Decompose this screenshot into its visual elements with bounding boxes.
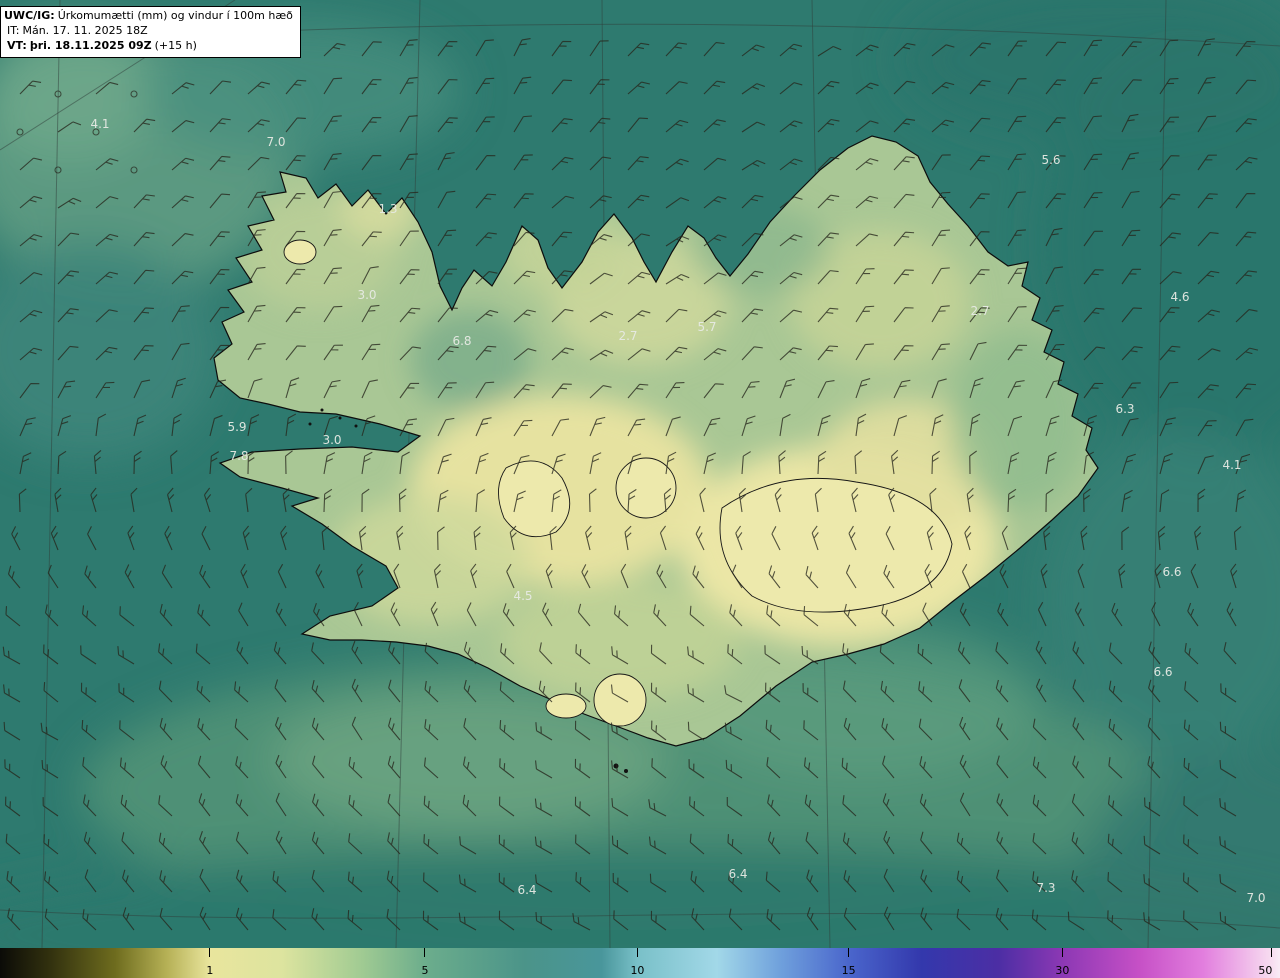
valid-label: VT:	[7, 38, 27, 52]
valid-value: þri. 18.11.2025 09Z	[29, 38, 152, 52]
value-label: 4.5	[513, 589, 532, 603]
colorbar-ticks: 1 5 10 15 30 50	[0, 948, 1280, 978]
value-label: 6.3	[1115, 402, 1134, 416]
value-label: 6.4	[728, 867, 747, 881]
product-title: Úrkomumætti (mm) og vindur í 100m hæð	[57, 9, 293, 22]
value-label: 6.4	[517, 883, 536, 897]
map-title-box: UWC/IG: Úrkomumætti (mm) og vindur í 100m…	[0, 6, 301, 58]
product-label: UWC/IG:	[4, 9, 55, 22]
value-label: 7.0	[266, 135, 285, 149]
value-label: 6.6	[1153, 665, 1172, 679]
colorbar-tick-label: 5	[421, 964, 429, 977]
colorbar-tick-label: 30	[1055, 964, 1070, 977]
value-label: 4.1	[1222, 458, 1241, 472]
colorbar-tick	[1061, 948, 1063, 957]
eyjafjallajokull-outline	[545, 693, 587, 719]
value-label: 2.7	[970, 304, 989, 318]
value-label: 7.0	[1246, 891, 1265, 905]
value-label: 5.6	[1041, 153, 1060, 167]
myrdalsjokull-outline	[593, 673, 647, 727]
value-label: 4.1	[90, 117, 109, 131]
colorbar-tick	[636, 948, 638, 957]
value-label: 5.9	[227, 420, 246, 434]
drangajokull-outline	[283, 239, 317, 265]
colorbar-tick-label: 15	[841, 964, 856, 977]
value-label: 5.7	[697, 320, 716, 334]
valid-time-line: VT: þri. 18.11.2025 09Z (+15 h)	[7, 39, 293, 54]
init-label: IT:	[7, 23, 20, 37]
value-label: 6.8	[452, 334, 471, 348]
value-label: 6.6	[1162, 565, 1181, 579]
weather-map-screen: 4.1 7.0 1.3 3.0 6.8 2.7 5.7 2.7 5.6 4.6 6.3 4.1 5.9 7…	[0, 0, 1280, 978]
colorbar-tick	[1270, 948, 1272, 957]
title-line: UWC/IG: Úrkomumætti (mm) og vindur í 100m…	[4, 9, 293, 24]
colorbar-tick	[209, 948, 211, 957]
map-canvas: 4.1 7.0 1.3 3.0 6.8 2.7 5.7 2.7 5.6 4.6 6.3 4.1 5.9 7…	[0, 0, 1280, 948]
colorbar-tick-label: 50	[1258, 964, 1273, 977]
value-label: 3.0	[357, 288, 376, 302]
colorbar-tick-label: 1	[206, 964, 214, 977]
value-label: 7.8	[229, 449, 248, 463]
value-label: 1.3	[378, 202, 397, 216]
value-label: 2.7	[618, 329, 637, 343]
colorbar-tick	[848, 948, 850, 957]
value-label: 7.3	[1036, 881, 1055, 895]
value-label: 3.0	[322, 433, 341, 447]
iceland-weather-map: 4.1 7.0 1.3 3.0 6.8 2.7 5.7 2.7 5.6 4.6 6.3 4.1 5.9 7…	[0, 0, 1280, 948]
colorbar-tick	[424, 948, 426, 957]
init-value: Mán. 17. 11. 2025 18Z	[22, 23, 148, 37]
valid-offset: (+15 h)	[154, 38, 197, 52]
colorbar-tick-label: 10	[630, 964, 645, 977]
colorbar: 1 5 10 15 30 50	[0, 948, 1280, 978]
value-label: 4.6	[1170, 290, 1189, 304]
init-time-line: IT: Mán. 17. 11. 2025 18Z	[7, 24, 293, 39]
